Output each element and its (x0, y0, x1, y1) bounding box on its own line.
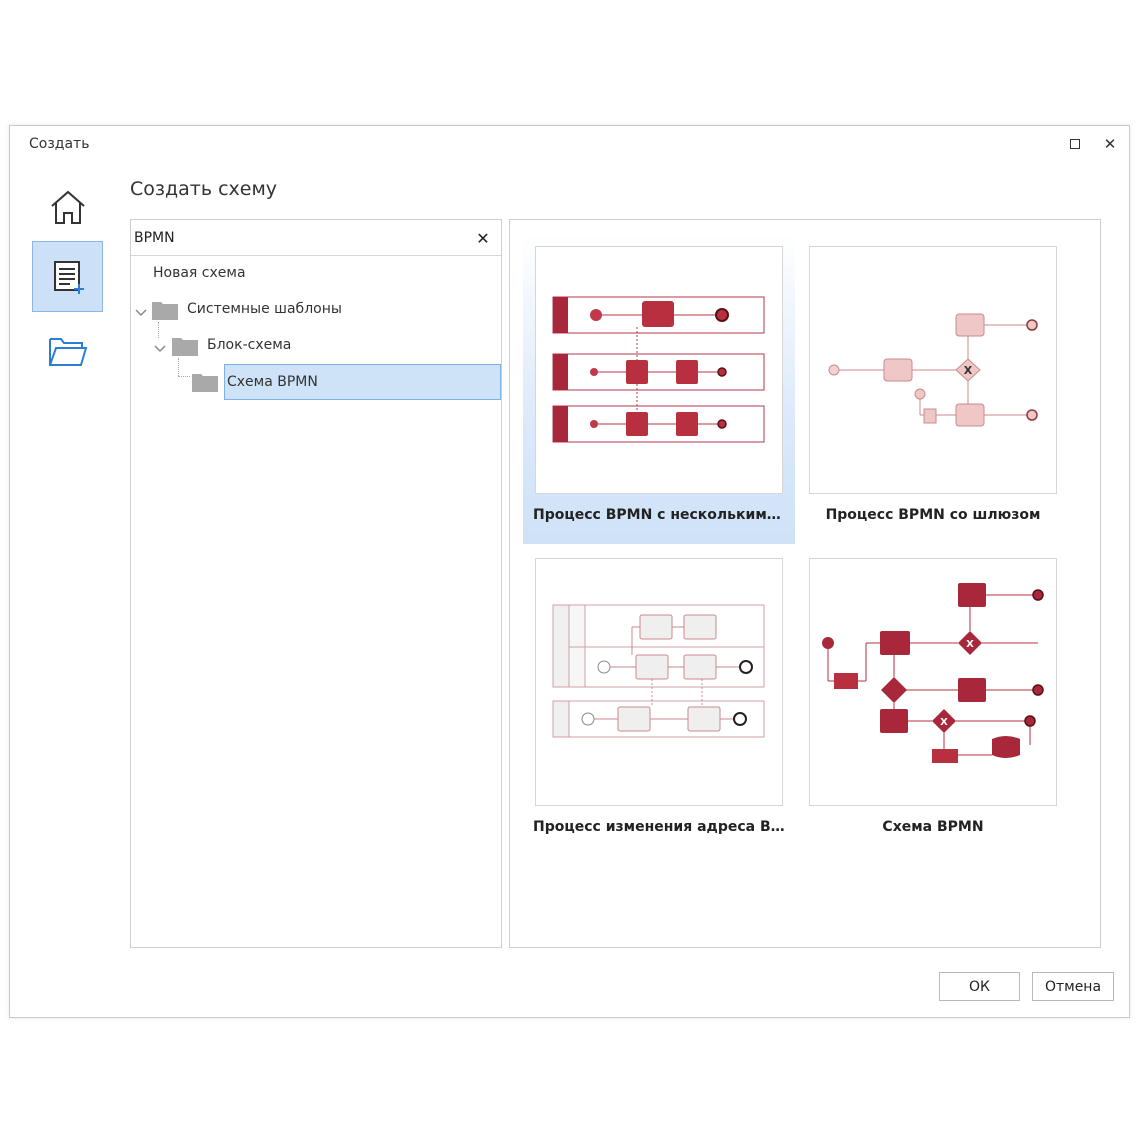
search-clear-button[interactable]: ✕ (471, 226, 495, 250)
template-tile-gateway[interactable]: X Процесс BPMN со шлюзом (797, 234, 1069, 544)
rail-new-scheme-button[interactable] (32, 241, 103, 312)
page-title: Создать схему (130, 178, 278, 200)
folder-icon (152, 302, 178, 320)
template-label: Схема BPMN (882, 819, 984, 835)
tree-item-flowchart[interactable]: Блок-схема (203, 328, 483, 362)
svg-text:X: X (966, 639, 974, 650)
tree-item-label: Схема BPMN (227, 374, 318, 390)
tree-item-label: Новая схема (153, 265, 246, 281)
ok-button[interactable]: ОК (939, 972, 1020, 1001)
tree-guide-line (178, 358, 179, 376)
close-icon: ✕ (1103, 135, 1117, 153)
template-thumbnail: X (809, 246, 1057, 494)
tree-item-new-scheme[interactable]: Новая схема (131, 256, 501, 290)
tree-item-system-templates[interactable]: Системные шаблоны (183, 292, 483, 326)
tree-guide-line (178, 376, 190, 377)
bpmn-scheme-diagram: X X (822, 583, 1044, 763)
template-label: Процесс BPMN с несколькими пулами (533, 507, 795, 523)
create-dialog: Создать ✕ Создать схему BPMN ✕ Новая схе… (9, 125, 1130, 1018)
chevron-down-icon[interactable] (153, 342, 167, 356)
tree-item-label: Системные шаблоны (187, 301, 342, 317)
title-bar: Создать ✕ (10, 126, 1129, 162)
template-thumbnail: X X (809, 558, 1057, 806)
home-icon (50, 190, 85, 224)
template-tile-bpmn-scheme[interactable]: X X Схема BPMN (797, 546, 1069, 856)
maximize-icon (1070, 139, 1080, 149)
template-thumbnail (535, 246, 783, 494)
bpmn-address-change-diagram (552, 604, 765, 738)
rail-home-button[interactable] (32, 171, 103, 242)
svg-text:X: X (964, 364, 973, 377)
tree-guide-line (158, 322, 159, 338)
close-button[interactable]: ✕ (1097, 132, 1123, 156)
bpmn-multi-pool-diagram (552, 296, 765, 443)
template-thumbnail (535, 558, 783, 806)
rail-open-button[interactable] (32, 316, 103, 387)
bpmn-gateway-diagram: X (828, 313, 1038, 427)
svg-text:X: X (940, 717, 948, 728)
search-input[interactable] (134, 226, 464, 250)
window-title: Создать (29, 136, 90, 152)
open-folder-icon (48, 337, 87, 366)
folder-icon (192, 374, 218, 392)
template-label: Процесс BPMN со шлюзом (825, 507, 1041, 523)
maximize-button[interactable] (1062, 132, 1088, 156)
search-box: ✕ (131, 220, 501, 256)
template-label: Процесс изменения адреса BPMN (533, 819, 795, 835)
new-document-icon (53, 260, 84, 294)
template-tree-panel: ✕ Новая схема Системные шаблоны Блок-с (130, 219, 502, 948)
cancel-button[interactable]: Отмена (1032, 972, 1114, 1001)
folder-icon (172, 338, 198, 356)
template-tile-multi-pool[interactable]: Процесс BPMN с несколькими пулами (523, 234, 795, 544)
tree-item-bpmn-scheme[interactable]: Схема BPMN (224, 364, 501, 400)
template-tile-address-change[interactable]: Процесс изменения адреса BPMN (523, 546, 795, 856)
chevron-down-icon[interactable] (134, 306, 148, 320)
tree-item-label: Блок-схема (207, 337, 292, 353)
template-gallery: Процесс BPMN с несколькими пулами (509, 219, 1101, 948)
close-icon: ✕ (476, 228, 490, 248)
